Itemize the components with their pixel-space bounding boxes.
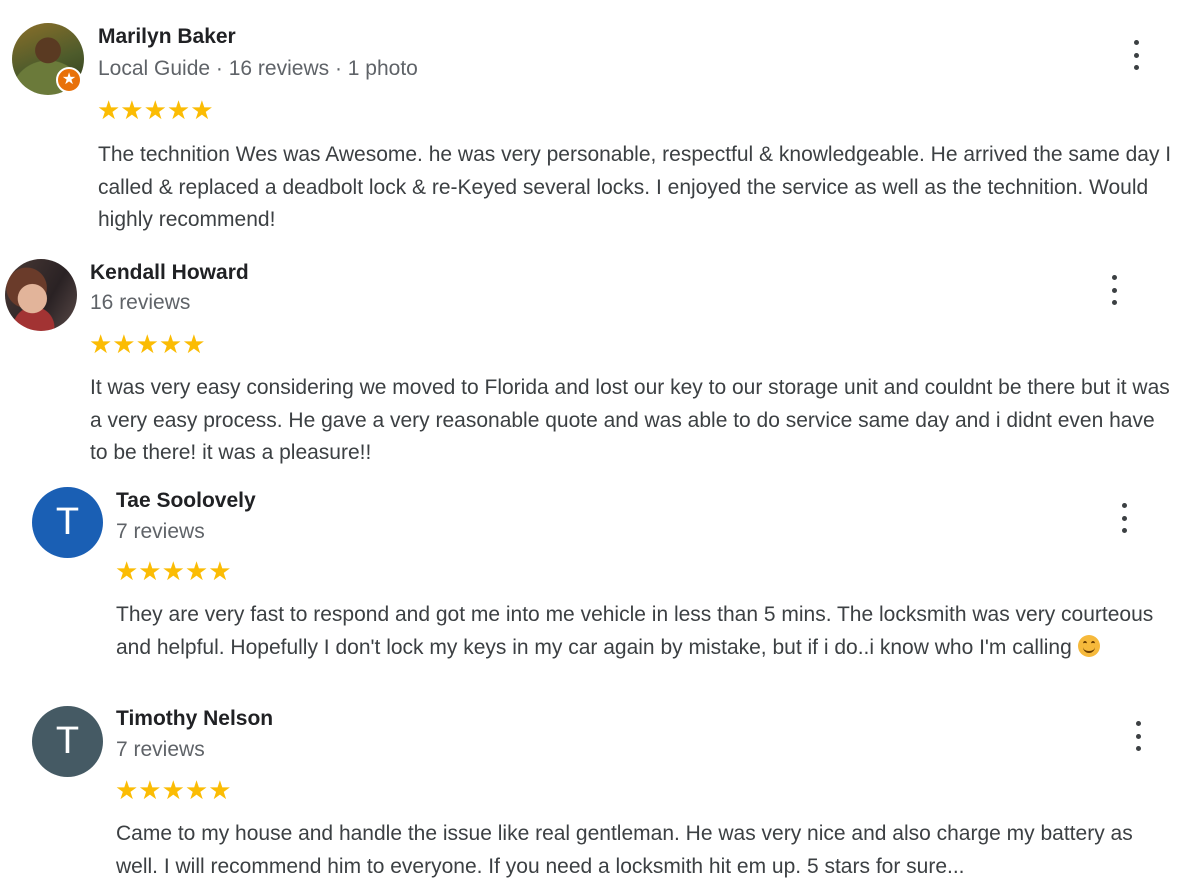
avatar[interactable] [5,259,77,331]
local-guide-star-icon: ★ [56,67,82,93]
more-vert-icon[interactable] [1131,40,1141,70]
smiling-face-icon [1077,634,1100,657]
review-text: The technition Wes was Awesome. he was v… [98,143,1172,231]
review-text-body: They are very fast to respond and got me… [116,603,1154,659]
reviewer-name[interactable]: Timothy Nelson [116,707,273,731]
reviewer-name[interactable]: Marilyn Baker [98,25,236,49]
more-vert-icon[interactable] [1119,503,1129,533]
review-text: It was very easy considering we moved to… [90,376,1170,464]
reviewer-name[interactable]: Tae Soolovely [116,489,256,513]
avatar[interactable]: T [32,706,103,777]
reviewer-meta[interactable]: 7 reviews [116,738,205,762]
more-vert-icon[interactable] [1133,721,1143,751]
more-vert-icon[interactable] [1109,275,1119,305]
star-rating: ★★★★★ [115,775,232,805]
star-rating: ★★★★★ [97,95,214,125]
star-rating: ★★★★★ [89,329,206,359]
reviewer-meta[interactable]: Local Guide · 16 reviews · 1 photo [98,57,418,81]
reviewer-meta[interactable]: 16 reviews [90,291,190,315]
star-rating: ★★★★★ [115,556,232,586]
review-text: Came to my house and handle the issue li… [116,822,1133,878]
avatar[interactable]: T [32,487,103,558]
reviewer-name[interactable]: Kendall Howard [90,261,249,285]
reviewer-meta[interactable]: 7 reviews [116,520,205,544]
review-text: They are very fast to respond and got me… [116,599,1176,664]
